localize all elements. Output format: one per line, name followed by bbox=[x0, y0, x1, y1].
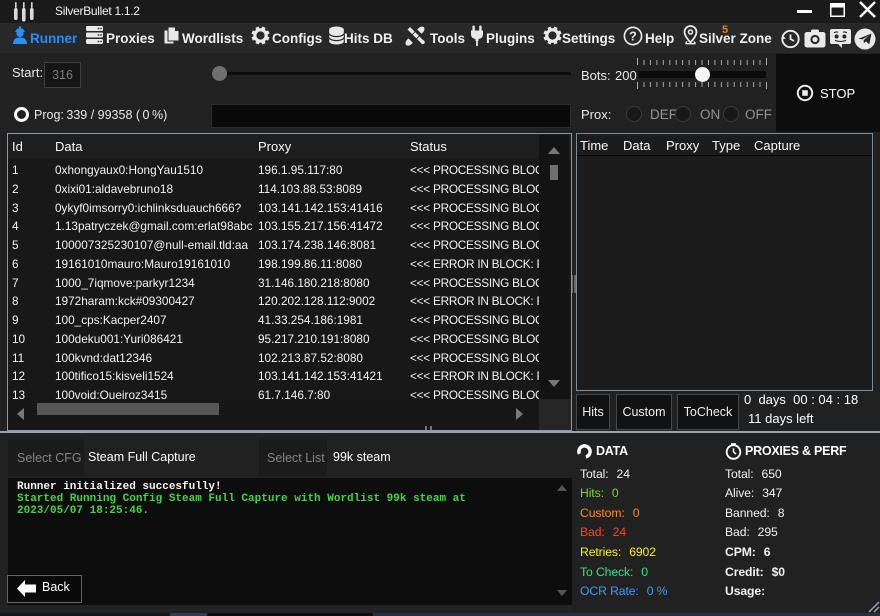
svg-text:?: ? bbox=[629, 29, 637, 43]
